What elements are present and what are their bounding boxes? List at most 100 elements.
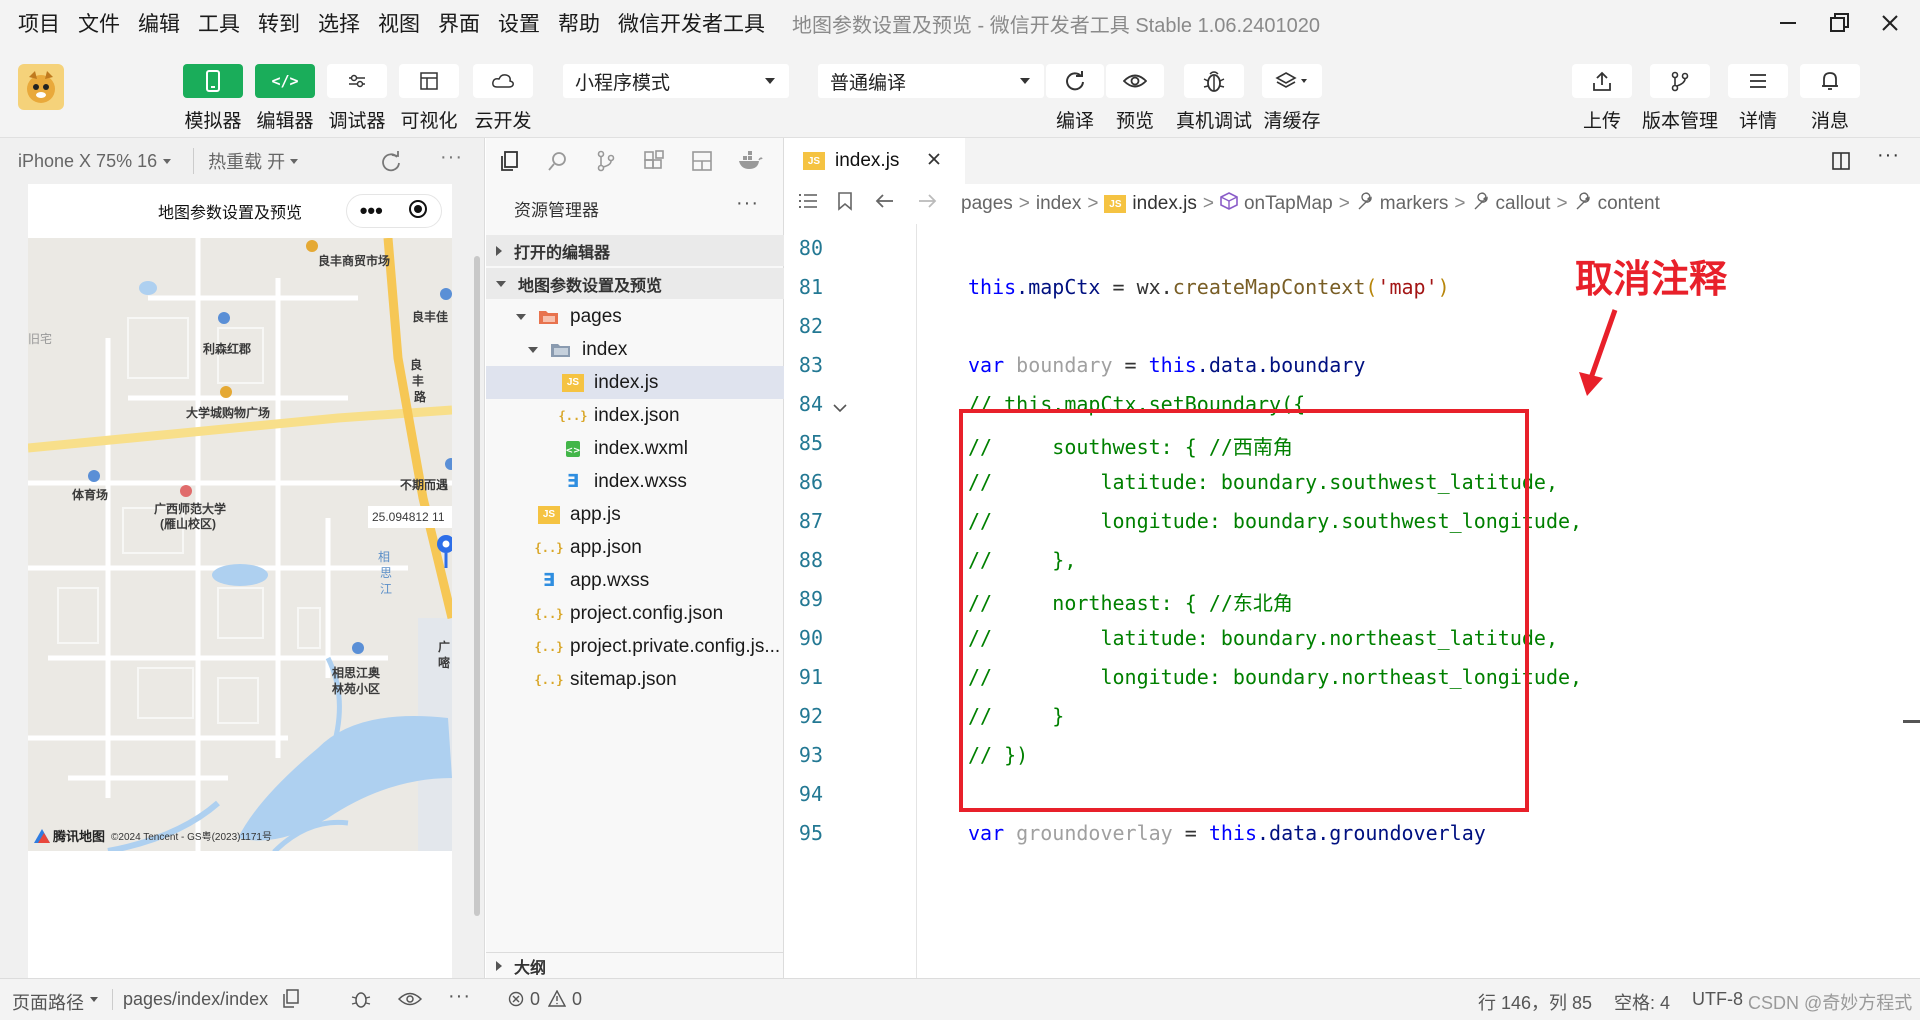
page-path-label[interactable]: 页面路径 [12,989,84,1015]
menu-goto[interactable]: 转到 [249,8,309,38]
tree-item-app-js[interactable]: JS app.js [486,498,784,531]
breadcrumb-item[interactable]: callout [1496,193,1551,215]
menu-help[interactable]: 帮助 [549,8,609,38]
breadcrumb-item[interactable]: index [1036,193,1081,215]
chevron-down-icon [1020,78,1030,84]
menu-edit[interactable]: 编辑 [129,8,189,38]
source-control-icon[interactable] [582,150,630,172]
tree-item-label: index.wxss [594,470,687,492]
warning-icon[interactable] [547,989,567,1012]
menu-select[interactable]: 选择 [309,8,369,38]
map-label: 旧宅 [28,332,53,346]
bookmark-icon[interactable] [837,191,853,217]
upload-button[interactable] [1572,64,1632,98]
fold-chevron-icon[interactable] [833,400,847,418]
cloud-button[interactable] [473,64,533,98]
device-select[interactable]: iPhone X 75% 16 [18,151,157,172]
preview-button[interactable] [1106,64,1164,98]
section-label: 打开的编辑器 [514,244,611,262]
forward-arrow-icon[interactable] [917,193,937,215]
hot-reload-toggle[interactable]: 热重载 开 [193,148,285,174]
list-icon[interactable] [797,192,819,216]
error-icon[interactable] [508,991,524,1012]
menu-view[interactable]: 视图 [369,8,429,38]
svg-text:<>: <> [565,446,580,456]
menu-file[interactable]: 文件 [69,8,129,38]
more-icon[interactable]: ··· [448,985,471,1008]
close-icon[interactable] [1858,0,1920,46]
menu-settings[interactable]: 设置 [489,8,549,38]
tree-item-pages[interactable]: pages [486,300,784,333]
mode-select[interactable]: 小程序模式 [563,64,789,98]
tree-item-index-js[interactable]: JS index.js [486,366,784,399]
scrollbar[interactable] [474,256,480,916]
line-number: 88 [798,548,823,572]
code-line-81[interactable]: this.mapCtx = wx.createMapContext('map') [968,275,1450,299]
close-target-icon[interactable] [408,199,428,224]
more-icon[interactable]: ··· [440,146,463,169]
extensions-icon[interactable] [630,150,678,172]
eye-icon[interactable] [397,991,423,1012]
breadcrumb-item[interactable]: onTapMap [1244,193,1333,215]
copy-icon[interactable] [282,989,300,1014]
encoding[interactable]: UTF-8 [1692,989,1743,1010]
real-debug-button[interactable] [1184,64,1244,98]
tree-item-index-json[interactable]: {..} index.json [486,399,784,432]
more-icon[interactable]: ··· [1877,144,1900,167]
tree-item-project-config[interactable]: {..} project.config.json [486,597,784,630]
tree-item-label: index.js [594,371,659,393]
indentation[interactable]: 空格: 4 [1614,989,1670,1015]
tree-item-app-json[interactable]: {..} app.json [486,531,784,564]
docker-icon[interactable] [726,150,774,172]
search-icon[interactable] [534,150,582,172]
tree-item-index-folder[interactable]: index [486,333,784,366]
breadcrumb-item[interactable]: content [1598,193,1660,215]
menu-project[interactable]: 项目 [0,8,69,38]
split-editor-icon[interactable] [1831,151,1851,176]
project-section[interactable]: 地图参数设置及预览 [486,268,784,299]
open-editors-section[interactable]: 打开的编辑器 [486,235,784,266]
tree-item-app-wxss[interactable]: ∃ app.wxss [486,564,784,597]
panel-icon[interactable] [678,150,726,172]
capsule-menu[interactable]: ••• [346,194,442,228]
code-line-83[interactable]: var boundary = this.data.boundary [968,353,1365,377]
compile-select[interactable]: 普通编译 [818,64,1044,98]
editor-button[interactable]: </> [255,64,315,98]
breadcrumb-item[interactable]: markers [1380,193,1449,215]
tab-index-js[interactable]: JS index.js [785,138,965,184]
tree-item-index-wxss[interactable]: ∃ index.wxss [486,465,784,498]
more-dots-icon[interactable]: ••• [360,200,383,222]
avatar[interactable] [18,64,64,110]
code-token: ) [1437,275,1450,299]
outline-section[interactable]: 大纲 [486,952,784,978]
visual-button[interactable] [399,64,459,98]
menu-tools[interactable]: 工具 [189,8,249,38]
tree-item-sitemap[interactable]: {..} sitemap.json [486,663,784,696]
menu-interface[interactable]: 界面 [429,8,489,38]
line-number: 83 [798,353,823,377]
compile-button[interactable] [1046,64,1104,98]
messages-button[interactable] [1800,64,1860,98]
tree-item-project-private-config[interactable]: {..} project.private.config.js... [486,630,784,663]
map-view[interactable]: 良丰商贸市场 良丰佳 旧宅 利森红郡 大学城购物广场 良 丰 路 体育场 广西师… [28,238,452,851]
tree-item-index-wxml[interactable]: <> index.wxml [486,432,784,465]
back-arrow-icon[interactable] [875,193,895,215]
method-icon [1220,192,1238,216]
bug-icon[interactable] [350,987,372,1014]
wrench-icon [1574,192,1592,216]
code-line-95[interactable]: var groundoverlay = this.data.groundover… [968,821,1486,845]
menu-wechat-devtools[interactable]: 微信开发者工具 [609,8,774,38]
simulator-button[interactable] [183,64,243,98]
rotate-icon[interactable] [380,151,402,178]
clear-cache-button[interactable] [1262,64,1322,98]
breadcrumb-item[interactable]: pages [961,193,1013,215]
close-icon[interactable] [927,150,941,172]
more-icon[interactable]: ··· [736,192,759,215]
breadcrumb-item[interactable]: index.js [1132,193,1196,215]
version-button[interactable] [1650,64,1710,98]
files-icon[interactable] [486,150,534,172]
tree-item-label: app.js [570,503,621,525]
cursor-position[interactable]: 行 146，列 85 [1478,989,1592,1015]
details-button[interactable] [1728,64,1788,98]
debugger-button[interactable] [327,64,387,98]
